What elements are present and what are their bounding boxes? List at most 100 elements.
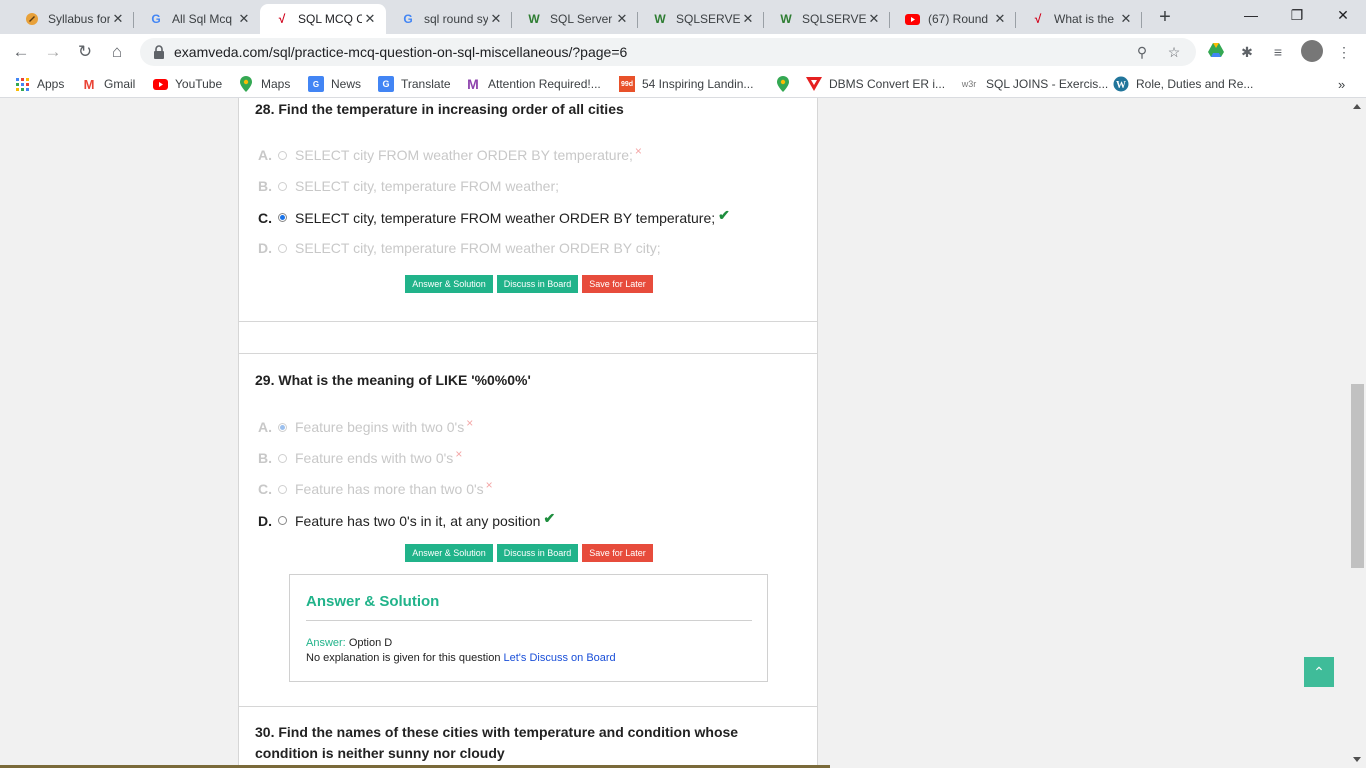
explanation-text: No explanation is given for this questio… (306, 652, 501, 664)
bookmark-youtube[interactable]: YouTube (152, 75, 222, 93)
url-text[interactable]: examveda.com/sql/practice-mcq-question-o… (174, 44, 627, 60)
reload-icon[interactable]: ↻ (72, 39, 98, 65)
close-icon[interactable]: ✕ (236, 11, 252, 27)
close-icon[interactable]: ✕ (362, 11, 378, 27)
drive-icon[interactable] (1206, 42, 1226, 62)
bookmark-gmail[interactable]: M Gmail (81, 75, 136, 93)
zoom-icon[interactable]: ⚲ (1132, 42, 1152, 62)
answer-solution-button[interactable]: Answer & Solution (405, 544, 493, 562)
scroll-up-arrow-icon[interactable] (1353, 104, 1361, 109)
bookmark-role[interactable]: W Role, Duties and Re... (1113, 75, 1253, 93)
answer-solution-button[interactable]: Answer & Solution (405, 275, 493, 293)
close-icon[interactable]: ✕ (614, 11, 630, 27)
tab-title: SQL MCQ C (298, 12, 362, 26)
radio-button[interactable] (278, 484, 287, 494)
bookmark-sql-joins[interactable]: w3r SQL JOINS - Exercis... (959, 75, 1109, 93)
bookmark-translate[interactable]: G Translate (378, 75, 451, 93)
bookmark-label: Role, Duties and Re... (1136, 77, 1254, 91)
address-bar[interactable]: examveda.com/sql/practice-mcq-question-o… (140, 38, 1196, 66)
save-later-button[interactable]: Save for Later (582, 544, 653, 562)
close-icon[interactable]: ✕ (110, 11, 126, 27)
99d-icon: 99d (619, 76, 635, 92)
radio-button[interactable] (278, 516, 287, 525)
w3-icon: W (780, 12, 792, 26)
discuss-link[interactable]: Let's Discuss on Board (504, 652, 616, 664)
discuss-board-button[interactable]: Discuss in Board (496, 544, 579, 562)
option-letter: C. (258, 481, 272, 497)
close-icon[interactable]: ✕ (488, 11, 504, 27)
tab-0[interactable]: Syllabus for ✕ (10, 4, 134, 34)
question-card-30: 30. Find the names of these cities with … (238, 706, 818, 768)
bookmark-maps[interactable]: Maps (238, 75, 290, 93)
extensions-icon[interactable]: ✱ (1237, 42, 1257, 62)
option-letter: B. (258, 450, 272, 466)
scroll-down-arrow-icon[interactable] (1353, 757, 1361, 762)
option-letter: D. (258, 240, 272, 256)
lock-icon (154, 45, 164, 59)
scroll-to-top-button[interactable]: ⌃ (1304, 657, 1334, 687)
media-control-icon[interactable]: ≡ (1268, 42, 1288, 62)
option-b[interactable]: B. Feature ends with two 0's × (258, 447, 463, 466)
radio-button[interactable] (278, 453, 287, 463)
new-tab-button[interactable]: + (1153, 6, 1177, 30)
back-arrow-icon[interactable]: ← (8, 39, 34, 65)
attention-icon: M (467, 76, 479, 92)
tab-5[interactable]: W SQLSERVER ✕ (638, 4, 764, 34)
home-icon[interactable]: ⌂ (104, 39, 130, 65)
wrong-x-icon: × (455, 447, 463, 461)
forward-arrow-icon[interactable]: → (40, 39, 66, 65)
bookmarks-overflow-icon[interactable]: » (1338, 75, 1345, 93)
radio-button[interactable] (278, 181, 287, 191)
bookmark-attention[interactable]: M Attention Required!... (465, 75, 601, 93)
tab-strip: Syllabus for ✕ G All Sql Mcq ✕ √ SQL MCQ… (0, 0, 1366, 34)
tab-3[interactable]: G sql round sy ✕ (386, 4, 512, 34)
star-icon[interactable]: ☆ (1164, 42, 1184, 62)
divider (306, 620, 752, 621)
tab-2-active[interactable]: √ SQL MCQ C ✕ (260, 4, 386, 34)
tab-4[interactable]: W SQL Server ✕ (512, 4, 638, 34)
bookmark-label: Maps (261, 77, 291, 91)
restore-button[interactable]: ❐ (1274, 0, 1320, 32)
news-icon: G (308, 76, 324, 92)
tab-6[interactable]: W SQLSERVER ✕ (764, 4, 890, 34)
radio-button[interactable] (278, 243, 287, 253)
close-window-button[interactable]: ✕ (1320, 0, 1366, 32)
tab-1[interactable]: G All Sql Mcq ✕ (134, 4, 260, 34)
option-a[interactable]: A. Feature begins with two 0's × (258, 416, 473, 435)
answer-value: Option D (348, 637, 393, 649)
discuss-board-button[interactable]: Discuss in Board (496, 275, 579, 293)
close-icon[interactable]: ✕ (992, 11, 1008, 27)
examveda-icon: √ (278, 12, 286, 26)
save-later-button[interactable]: Save for Later (582, 275, 653, 293)
close-icon[interactable]: ✕ (866, 11, 882, 27)
bookmark-landing[interactable]: 99d 54 Inspiring Landin... (619, 75, 753, 93)
option-d[interactable]: D. Feature has two 0's in it, at any pos… (258, 510, 555, 529)
radio-button-selected[interactable] (278, 213, 287, 222)
option-c[interactable]: C. Feature has more than two 0's × (258, 478, 493, 497)
tab-7[interactable]: (67) Round ✕ (890, 4, 1016, 34)
minimize-button[interactable]: — (1228, 0, 1274, 32)
bookmark-label: YouTube (175, 77, 223, 91)
close-icon[interactable]: ✕ (740, 11, 756, 27)
wrong-x-icon: × (485, 478, 493, 492)
google-icon: G (151, 12, 161, 26)
option-a[interactable]: A. SELECT city FROM weather ORDER BY tem… (258, 144, 642, 163)
avatar[interactable] (1301, 40, 1323, 62)
tab-8[interactable]: √ What is the ✕ (1016, 4, 1142, 34)
option-c[interactable]: C. SELECT city, temperature FROM weather… (258, 207, 730, 226)
bookmark-map-pin[interactable] (775, 75, 798, 93)
vertical-scrollbar[interactable] (1349, 98, 1366, 768)
bookmark-news[interactable]: G News (308, 75, 361, 93)
radio-button[interactable] (278, 150, 287, 160)
question-title: 28. Find the temperature in increasing o… (255, 101, 624, 117)
scrollbar-thumb[interactable] (1351, 384, 1364, 568)
menu-kebab-icon[interactable]: ⋮ (1334, 42, 1354, 62)
tab-title: All Sql Mcq (172, 12, 233, 26)
option-b[interactable]: B. SELECT city, temperature FROM weather… (258, 178, 559, 194)
close-icon[interactable]: ✕ (1118, 11, 1134, 27)
bookmark-apps[interactable]: Apps (14, 75, 64, 93)
radio-button[interactable] (278, 422, 287, 432)
bookmark-dbms[interactable]: DBMS Convert ER i... (806, 75, 945, 93)
svg-text:W: W (1116, 80, 1126, 91)
option-d[interactable]: D. SELECT city, temperature FROM weather… (258, 240, 661, 256)
